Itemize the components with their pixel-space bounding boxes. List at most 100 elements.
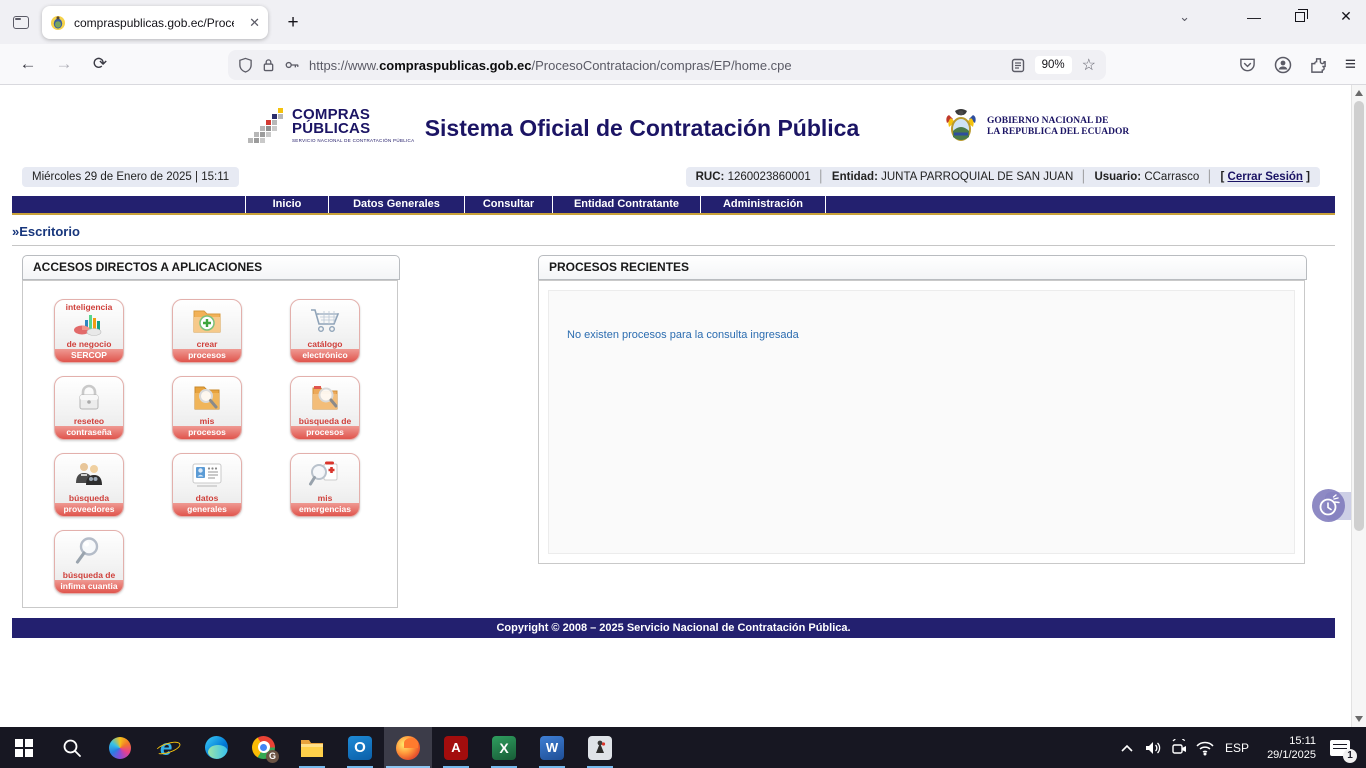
session-timer-widget[interactable] — [1312, 489, 1351, 523]
taskbar-date: 29/1/2025 — [1256, 748, 1316, 762]
datetime-bar: Miércoles 29 de Enero de 2025 | 15:11 — [22, 167, 239, 187]
entity-value: JUNTA PARROQUIAL DE SAN JUAN — [881, 171, 1073, 183]
page-scrollbar[interactable] — [1351, 85, 1366, 727]
logout-bracket-close: ] — [1306, 171, 1310, 183]
browser-tab[interactable]: compraspublicas.gob.ec/Proce ✕ — [42, 6, 268, 39]
list-all-tabs-icon[interactable]: ⌄ — [1179, 9, 1190, 25]
breadcrumb: »Escritorio — [12, 224, 1335, 246]
scrollbar-thumb[interactable] — [1354, 101, 1364, 531]
logout-link[interactable]: Cerrar Sesión — [1228, 171, 1303, 183]
pocket-icon[interactable] — [1239, 57, 1256, 73]
ruc-label: RUC: — [696, 171, 725, 183]
tile-crear-procesos[interactable]: crear procesos — [172, 299, 242, 363]
chrome-icon[interactable]: G — [240, 727, 288, 768]
empty-results-message: No existen procesos para la consulta ing… — [549, 291, 1294, 341]
tile-datos-generales[interactable]: datos generales — [172, 453, 242, 517]
outlook-icon[interactable]: O — [336, 727, 384, 768]
start-button[interactable] — [0, 727, 48, 768]
page-content: COMPRAS PÚBLICAS SERVICIO NACIONAL DE CO… — [0, 85, 1366, 727]
menu-item-administracion[interactable]: Administración — [700, 196, 826, 213]
forward-button[interactable]: → — [50, 50, 78, 78]
copilot-icon[interactable] — [96, 727, 144, 768]
padlock-icon — [55, 382, 123, 414]
firefox-view-icon[interactable] — [10, 11, 32, 33]
window-restore-button[interactable] — [1290, 9, 1310, 25]
tile-catalogo-electronico[interactable]: catálogo electrónico — [290, 299, 360, 363]
scroll-down-icon[interactable] — [1355, 716, 1363, 722]
site-favicon — [50, 15, 66, 31]
account-icon[interactable] — [1274, 56, 1292, 74]
folder-search-icon — [291, 382, 359, 414]
chrome-profile-badge: G — [266, 750, 279, 763]
menu-item-datos-generales[interactable]: Datos Generales — [328, 196, 464, 213]
clock-icon[interactable] — [1312, 489, 1345, 522]
menu-item-entidad-contratante[interactable]: Entidad Contratante — [552, 196, 700, 213]
taskbar-search-icon[interactable] — [48, 727, 96, 768]
new-tab-button[interactable]: + — [282, 12, 304, 34]
reload-button[interactable]: ⟳ — [86, 50, 114, 78]
menu-item-inicio[interactable]: Inicio — [245, 196, 328, 213]
window-minimize-button[interactable]: — — [1244, 9, 1264, 25]
government-logo: GOBIERNO NACIONAL DE LA REPUBLICA DEL EC… — [941, 107, 1129, 147]
business-intelligence-chart-icon — [55, 311, 123, 337]
magnifier-icon — [55, 536, 123, 568]
lock-icon[interactable] — [262, 57, 275, 73]
java-app-icon[interactable] — [576, 727, 624, 768]
tile-busqueda-proveedores[interactable]: búsqueda proveedores — [54, 453, 124, 517]
notification-center-icon[interactable]: 1 — [1320, 728, 1360, 768]
language-indicator[interactable]: ESP — [1218, 741, 1256, 755]
firefox-icon[interactable] — [384, 727, 432, 768]
tracking-shield-icon[interactable] — [238, 57, 253, 73]
meet-now-camera-icon[interactable] — [1166, 728, 1192, 768]
tile-mis-procesos[interactable]: mis procesos — [172, 376, 242, 440]
reader-mode-icon[interactable] — [1011, 58, 1025, 73]
tab-close-icon[interactable]: ✕ — [249, 16, 260, 29]
windows-taskbar: e G — [0, 727, 1366, 768]
folder-plus-icon — [173, 305, 241, 337]
site-footer: Copyright © 2008 – 2025 Servicio Naciona… — [12, 618, 1335, 638]
bookmark-star-icon[interactable]: ☆ — [1082, 55, 1096, 75]
tile-busqueda-de-procesos[interactable]: búsqueda de procesos — [290, 376, 360, 440]
recent-panel: No existen procesos para la consulta ing… — [538, 280, 1305, 564]
back-button[interactable]: ← — [14, 50, 42, 78]
hamburger-menu-icon[interactable]: ≡ — [1345, 54, 1356, 76]
taskbar-time: 15:11 — [1256, 734, 1316, 748]
zoom-level-badge[interactable]: 90% — [1035, 56, 1072, 74]
recent-panel-title: PROCESOS RECIENTES — [538, 255, 1307, 280]
tile-busqueda-infima-cuantia[interactable]: búsqueda de infima cuantia — [54, 530, 124, 594]
wifi-icon[interactable] — [1192, 728, 1218, 768]
user-label: Usuario: — [1094, 171, 1141, 183]
tile-reseteo-contrasena[interactable]: reseteo contraseña — [54, 376, 124, 440]
tray-chevron-up-icon[interactable] — [1114, 728, 1140, 768]
main-menu: Inicio Datos Generales Consultar Entidad… — [12, 196, 1335, 215]
url-bar[interactable]: https://www.compraspublicas.gob.ec/Proce… — [228, 50, 1106, 80]
id-card-icon — [173, 459, 241, 491]
excel-icon[interactable]: X — [480, 727, 528, 768]
scroll-up-icon[interactable] — [1355, 90, 1363, 96]
menu-item-consultar[interactable]: Consultar — [464, 196, 552, 213]
extensions-puzzle-icon[interactable] — [1310, 57, 1327, 74]
window-close-button[interactable]: ✕ — [1336, 8, 1356, 25]
folder-search-icon — [173, 382, 241, 414]
session-info-bar: RUC: 1260023860001 │ Entidad: JUNTA PARR… — [686, 167, 1320, 187]
gov-text-line2: LA REPUBLICA DEL ECUADOR — [987, 127, 1129, 138]
tile-mis-emergencias[interactable]: mis emergencias — [290, 453, 360, 517]
acrobat-icon[interactable]: A — [432, 727, 480, 768]
edge-icon[interactable] — [192, 727, 240, 768]
shortcuts-panel: inteligencia de negocio SERCOP — [22, 280, 398, 608]
word-icon[interactable]: W — [528, 727, 576, 768]
tile-inteligencia-negocio-sercop[interactable]: inteligencia de negocio SERCOP — [54, 299, 124, 363]
tab-title: compraspublicas.gob.ec/Proce — [74, 16, 234, 30]
shortcut-tiles-grid: inteligencia de negocio SERCOP — [54, 299, 408, 607]
internet-explorer-icon[interactable]: e — [144, 727, 192, 768]
screen: compraspublicas.gob.ec/Proce ✕ + ⌄ — ✕ ←… — [0, 0, 1366, 768]
file-explorer-icon[interactable] — [288, 727, 336, 768]
shopping-cart-icon — [291, 305, 359, 337]
people-binoculars-icon — [55, 459, 123, 491]
volume-icon[interactable] — [1140, 728, 1166, 768]
entity-label: Entidad: — [832, 171, 878, 183]
browser-tabstrip: compraspublicas.gob.ec/Proce ✕ + ⌄ — ✕ — [0, 0, 1366, 44]
taskbar-clock[interactable]: 15:11 29/1/2025 — [1256, 734, 1320, 762]
user-value: CCarrasco — [1144, 171, 1199, 183]
saved-password-key-icon[interactable] — [284, 57, 301, 73]
